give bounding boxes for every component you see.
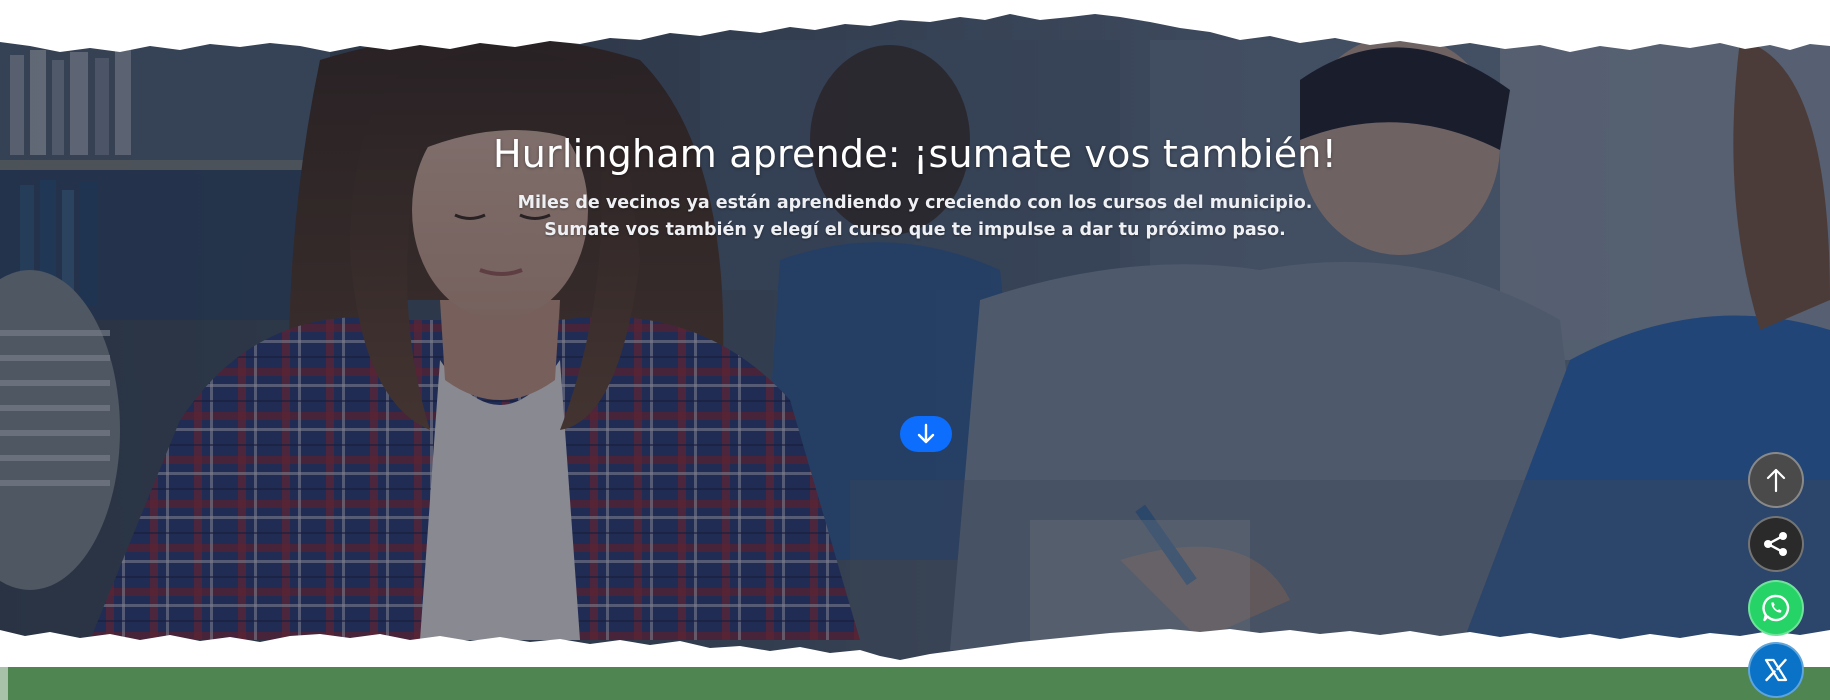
torn-paper-top-edge bbox=[0, 0, 1830, 52]
share-button[interactable] bbox=[1748, 516, 1804, 572]
arrow-down-icon bbox=[917, 423, 935, 444]
hero-subtitle-line-1: Miles de vecinos ya están aprendiendo y … bbox=[517, 193, 1313, 213]
hero-text-block: Hurlingham aprende: ¡sumate vos también!… bbox=[0, 132, 1830, 244]
share-icon bbox=[1764, 532, 1787, 556]
hero-section: Hurlingham aprende: ¡sumate vos también!… bbox=[0, 0, 1830, 700]
scroll-down-button[interactable] bbox=[900, 416, 952, 452]
x-logo-icon bbox=[1764, 658, 1788, 682]
arrow-up-icon bbox=[1766, 468, 1786, 493]
x-share-button[interactable] bbox=[1748, 642, 1804, 698]
whatsapp-button[interactable] bbox=[1748, 580, 1804, 636]
hero-subtitle-line-2: Sumate vos también y elegí el curso que … bbox=[544, 220, 1286, 240]
back-to-top-button[interactable] bbox=[1748, 452, 1804, 508]
band-edge bbox=[0, 667, 8, 700]
hero-overlay bbox=[0, 0, 1830, 700]
hero-title: Hurlingham aprende: ¡sumate vos también! bbox=[492, 132, 1338, 176]
whatsapp-icon bbox=[1762, 594, 1790, 622]
landing-page: Hurlingham aprende: ¡sumate vos también!… bbox=[0, 0, 1830, 700]
hero-subtitle: Miles de vecinos ya están aprendiendo y … bbox=[0, 190, 1830, 244]
next-section-band bbox=[0, 667, 1830, 700]
